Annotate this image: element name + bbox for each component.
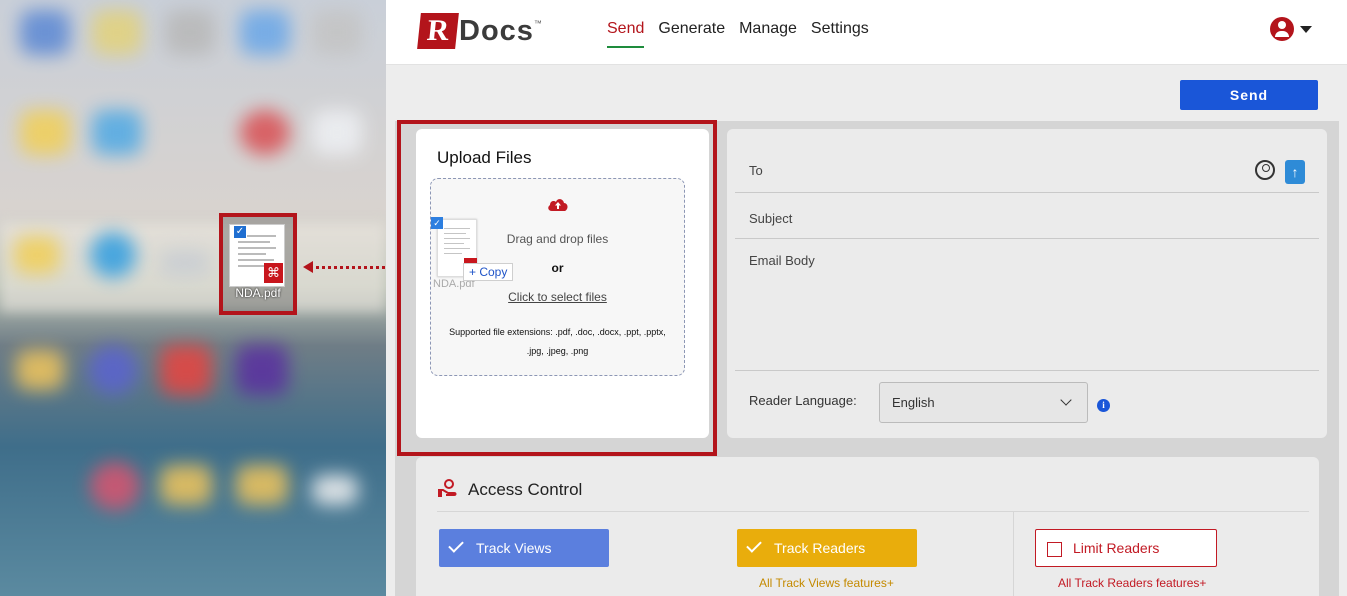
desktop-icon-blur — [92, 110, 142, 155]
track-views-label: Track Views — [476, 540, 552, 556]
nav-settings[interactable]: Settings — [811, 20, 869, 48]
chevron-down-icon — [1060, 394, 1072, 406]
check-icon: ✓ — [431, 217, 443, 229]
desktop-background — [0, 0, 386, 596]
check-icon — [746, 537, 762, 553]
check-icon — [448, 537, 464, 553]
logo-trademark: ™ — [533, 19, 542, 28]
arrow-left-icon — [303, 261, 313, 273]
desktop-icon-blur — [160, 250, 210, 276]
desktop-icon-blur — [236, 345, 288, 395]
desktop-icon-blur — [160, 345, 212, 395]
track-readers-subtext: All Track Views features+ — [759, 576, 894, 590]
desktop-icon-blur — [236, 465, 288, 505]
pdf-icon: ⌘ — [264, 263, 283, 283]
upload-icon[interactable]: ↑ — [1285, 160, 1305, 184]
reader-language-select[interactable]: English — [879, 382, 1088, 423]
limit-readers-option[interactable]: Limit Readers — [1035, 529, 1217, 567]
reader-language-value: English — [892, 395, 935, 410]
cloud-upload-icon — [548, 199, 568, 211]
desktop-icon-blur — [312, 10, 362, 55]
desktop-icon-blur — [312, 475, 358, 505]
email-body-field[interactable]: Email Body — [735, 253, 1319, 371]
upload-files-title: Upload Files — [437, 148, 532, 167]
upload-files-card: Upload Files Drag and drop files or Clic… — [416, 129, 709, 438]
limit-readers-label: Limit Readers — [1073, 540, 1160, 556]
desktop-icon-blur — [312, 110, 362, 155]
file-label: NDA.pdf — [235, 286, 281, 300]
logo-wordmark: Docs — [459, 14, 534, 47]
dragged-file-ghost: ✓ NDA.pdf — [431, 217, 481, 295]
desktop-icon-blur — [88, 345, 138, 395]
user-menu[interactable] — [1270, 17, 1312, 41]
subject-field[interactable]: Subject — [735, 205, 1319, 239]
access-control-icon — [438, 479, 457, 497]
nav-send[interactable]: Send — [607, 20, 645, 48]
column-divider — [1013, 511, 1014, 596]
nda-file-icon[interactable]: ✓ ⌘ NDA.pdf — [219, 213, 297, 315]
chevron-down-icon — [1300, 25, 1312, 33]
desktop-icon-blur — [90, 232, 136, 278]
desktop-icon-blur — [160, 465, 212, 505]
send-content-panel: Upload Files Drag and drop files or Clic… — [395, 121, 1339, 596]
desktop-icon-blur — [16, 350, 64, 390]
email-card: To ↑ Subject Email Body Reader Language:… — [727, 129, 1327, 438]
send-button[interactable]: Send — [1180, 80, 1318, 110]
desktop-icon-blur — [165, 10, 215, 55]
track-views-option[interactable]: Track Views — [439, 529, 609, 567]
reader-language-label: Reader Language: — [749, 393, 857, 408]
desktop-icon-blur — [92, 10, 142, 55]
access-control-card: Access Control Track Views Track Readers… — [416, 457, 1319, 596]
desktop-icon-blur — [240, 110, 290, 155]
top-navigation: R Docs ™ Send Generate Manage Settings — [386, 0, 1347, 65]
limit-readers-subtext: All Track Readers features+ — [1058, 576, 1207, 590]
track-readers-option[interactable]: Track Readers — [737, 529, 917, 567]
access-control-title: Access Control — [468, 480, 583, 499]
supported-extensions: Supported file extensions: .pdf, .doc, .… — [449, 327, 666, 356]
checkbox-icon — [1047, 542, 1062, 557]
info-icon[interactable]: i — [1097, 399, 1110, 412]
logo-r-mark: R — [417, 13, 459, 49]
desktop-icon-blur — [90, 462, 140, 510]
desktop-icon-blur — [20, 110, 70, 155]
desktop-icon-blur — [14, 236, 60, 274]
nav-generate[interactable]: Generate — [658, 20, 725, 48]
contact-icon[interactable] — [1255, 160, 1275, 180]
rdocs-app: R Docs ™ Send Generate Manage Settings S… — [386, 0, 1347, 596]
rdocs-logo[interactable]: R Docs ™ — [417, 13, 542, 49]
main-nav: Send Generate Manage Settings — [607, 20, 869, 48]
to-field[interactable]: To — [735, 157, 1319, 193]
track-readers-label: Track Readers — [774, 540, 866, 556]
file-dropzone[interactable]: Drag and drop files or Click to select f… — [430, 178, 685, 376]
check-icon: ✓ — [233, 225, 247, 239]
desktop-icon-blur — [240, 10, 290, 55]
recipient-actions: ↑ — [1255, 160, 1305, 184]
desktop-icon-blur — [20, 10, 70, 55]
copy-cursor-badge: + Copy — [463, 263, 514, 281]
section-divider — [437, 511, 1309, 512]
user-icon — [1270, 17, 1294, 41]
nav-manage[interactable]: Manage — [739, 20, 797, 48]
